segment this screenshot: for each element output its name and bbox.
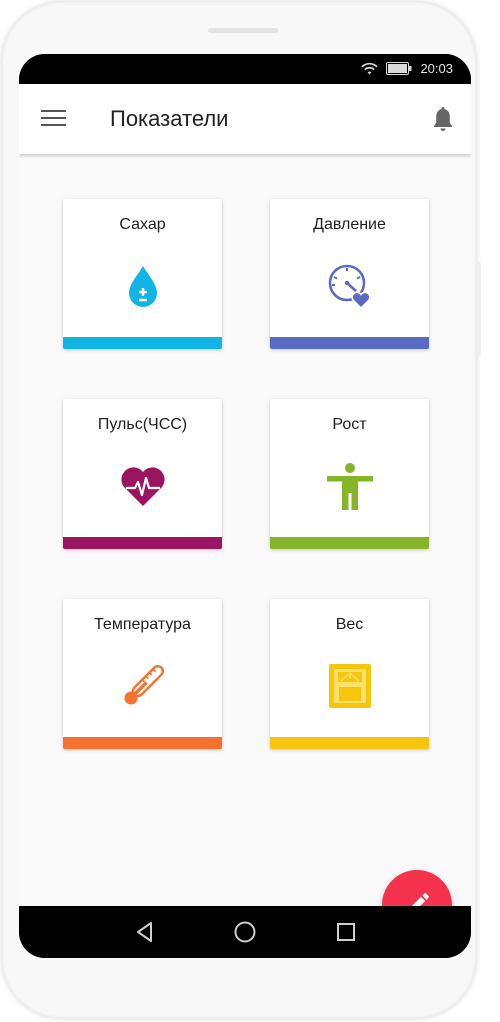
blood-drop-icon [128, 266, 157, 307]
battery-icon [386, 62, 412, 75]
card-color-stripe [63, 737, 222, 749]
card-color-stripe [270, 737, 429, 749]
phone-side-button [475, 262, 481, 356]
card-color-stripe [63, 537, 222, 549]
home-circle-icon[interactable] [233, 920, 257, 944]
thermometer-icon [123, 664, 164, 705]
card-sugar[interactable]: Сахар [63, 199, 222, 349]
card-title: Температура [94, 616, 191, 633]
phone-screen: 20:03 Показатели Сахар Давление Пульс(ЧС… [19, 54, 471, 958]
system-nav-bar [19, 906, 471, 958]
phone-frame: 20:03 Показатели Сахар Давление Пульс(ЧС… [2, 2, 481, 1018]
heart-pulse-icon [120, 467, 165, 506]
card-color-stripe [63, 337, 222, 349]
card-title: Сахар [119, 216, 166, 233]
status-time: 20:03 [420, 61, 453, 76]
person-figure-icon [326, 463, 373, 510]
card-title: Давление [313, 216, 386, 233]
back-triangle-icon[interactable] [133, 920, 157, 944]
weight-scale-icon [328, 664, 371, 708]
card-pulse[interactable]: Пульс(ЧСС) [63, 399, 222, 549]
status-bar: 20:03 [19, 54, 471, 84]
card-title: Рост [332, 416, 367, 433]
card-height[interactable]: Рост [270, 399, 429, 549]
card-temperature[interactable]: Температура [63, 599, 222, 749]
page-title: Показатели [110, 106, 229, 131]
card-weight[interactable]: Вес [270, 599, 429, 749]
card-title: Пульс(ЧСС) [97, 416, 188, 433]
card-color-stripe [270, 537, 429, 549]
hamburger-menu-icon[interactable] [41, 110, 67, 130]
app-bar: Показатели [19, 84, 471, 154]
card-pressure[interactable]: Давление [270, 199, 429, 349]
content-area: Сахар Давление Пульс(ЧСС) Рост Температу… [19, 154, 471, 940]
blood-pressure-gauge-icon [328, 264, 371, 310]
bell-icon[interactable] [431, 106, 455, 134]
card-color-stripe [270, 337, 429, 349]
phone-speaker [208, 28, 278, 33]
recents-square-icon[interactable] [334, 920, 358, 944]
card-title: Вес [335, 616, 364, 633]
wifi-icon [361, 62, 379, 74]
